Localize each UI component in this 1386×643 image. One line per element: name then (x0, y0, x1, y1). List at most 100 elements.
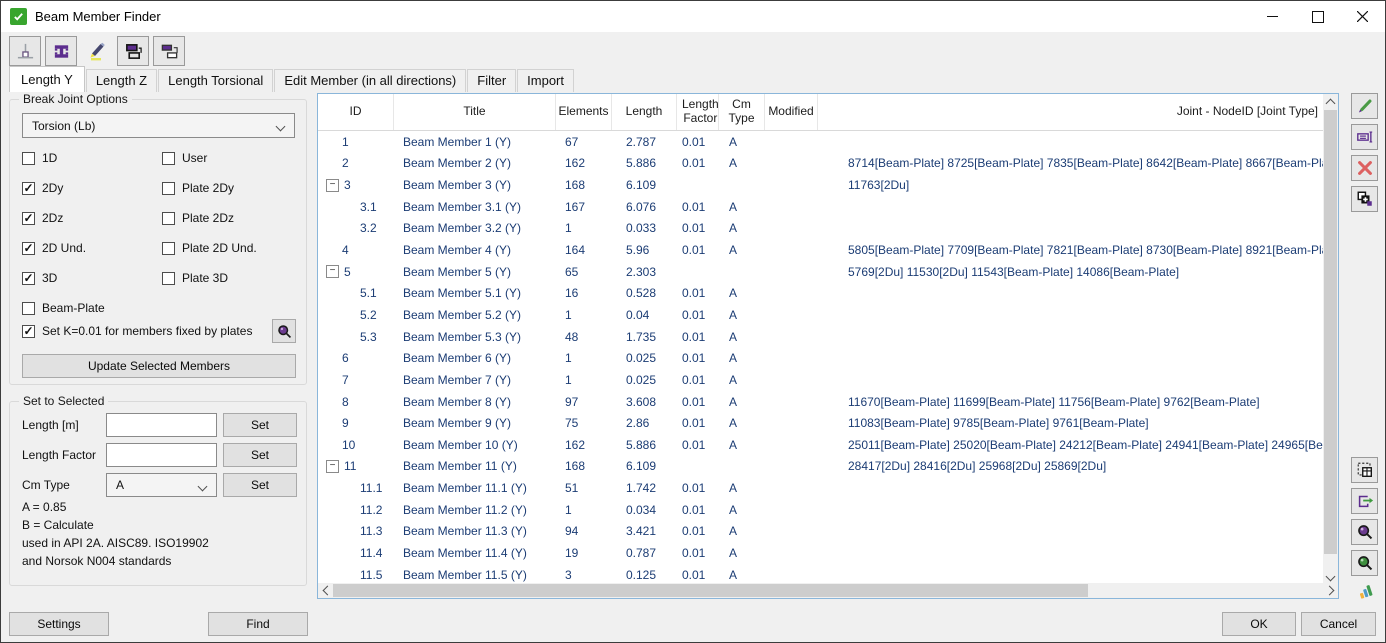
table-row[interactable]: 3.2Beam Member 3.2 (Y)10.0330.01A (318, 218, 1323, 240)
add-member-button[interactable] (1351, 186, 1378, 212)
cell-cm-type: A (719, 196, 765, 218)
checkbox-2dy[interactable]: ✓2Dy (22, 181, 162, 195)
cell-id: 5.2 (318, 304, 394, 326)
checkbox-plate-2dz[interactable]: Plate 2Dz (162, 211, 292, 225)
beam-member-tool-button[interactable] (45, 36, 77, 66)
table-row[interactable]: 8Beam Member 8 (Y)973.6080.01A11670[Beam… (318, 391, 1323, 413)
table-row[interactable]: 5.1Beam Member 5.1 (Y)160.5280.01A (318, 282, 1323, 304)
vertical-scroll-thumb[interactable] (1324, 110, 1337, 554)
tab-strip: Length YLength ZLength TorsionalEdit Mem… (9, 68, 575, 92)
edit-member-button[interactable] (1351, 93, 1378, 119)
column-header-cm-type[interactable]: Cm Type (719, 94, 765, 130)
search-members-button[interactable] (272, 319, 296, 343)
column-header-length-factor[interactable]: Length Factor (677, 94, 719, 130)
table-row[interactable]: 9Beam Member 9 (Y)752.860.01A11083[Beam-… (318, 412, 1323, 434)
checkbox-plate-2dy[interactable]: Plate 2Dy (162, 181, 292, 195)
checkbox-plate-3d[interactable]: Plate 3D (162, 271, 292, 285)
scroll-up-arrow[interactable] (1323, 94, 1338, 109)
maximize-button[interactable] (1295, 1, 1340, 32)
cell-modified (765, 542, 818, 564)
scroll-right-arrow[interactable] (1323, 583, 1338, 598)
cell-elements: 164 (556, 239, 612, 261)
table-row[interactable]: −5Beam Member 5 (Y)652.3035769[2Du] 1153… (318, 261, 1323, 283)
checkbox-plate-2d-und[interactable]: Plate 2D Und. (162, 241, 292, 255)
copy-single-tool-button[interactable] (153, 36, 185, 66)
zoom-to-found-button[interactable] (1351, 550, 1378, 576)
select-table-cells-button[interactable] (1351, 457, 1378, 483)
table-row[interactable]: −3Beam Member 3 (Y)1686.10911763[2Du] (318, 174, 1323, 196)
table-row[interactable]: 2Beam Member 2 (Y)1625.8860.01A8714[Beam… (318, 153, 1323, 175)
settings-button[interactable]: Settings (9, 612, 109, 636)
column-header-elements[interactable]: Elements (556, 94, 612, 130)
rename-member-button[interactable] (1351, 124, 1378, 150)
set-length-factor-button[interactable]: Set (223, 443, 297, 467)
horizontal-scroll-thumb[interactable] (333, 584, 1088, 597)
table-row[interactable]: 11.4Beam Member 11.4 (Y)190.7870.01A (318, 542, 1323, 564)
break-joint-type-select[interactable]: Torsion (Lb) (22, 113, 295, 138)
ok-button[interactable]: OK (1222, 612, 1296, 636)
column-header-id[interactable]: ID (318, 94, 394, 130)
checkbox-beam-plate[interactable]: Beam-Plate (22, 301, 162, 315)
export-table-button[interactable] (1351, 488, 1378, 514)
checkbox-user[interactable]: User (162, 151, 292, 165)
table-row[interactable]: 4Beam Member 4 (Y)1645.960.01A5805[Beam-… (318, 239, 1323, 261)
table-row[interactable]: −11Beam Member 11 (Y)1686.10928417[2Du] … (318, 456, 1323, 478)
show-chart-button[interactable] (1351, 578, 1378, 604)
column-header-title[interactable]: Title (394, 94, 556, 130)
table-row[interactable]: 5.2Beam Member 5.2 (Y)10.040.01A (318, 304, 1323, 326)
checkbox-1d[interactable]: 1D (22, 151, 162, 165)
vertical-scrollbar[interactable] (1323, 94, 1338, 585)
cell-modified (765, 218, 818, 240)
table-row[interactable]: 3.1Beam Member 3.1 (Y)1676.0760.01A (318, 196, 1323, 218)
tab-import[interactable]: Import (517, 69, 574, 92)
table-row[interactable]: 11.5Beam Member 11.5 (Y)30.1250.01A (318, 564, 1323, 583)
close-button[interactable] (1340, 1, 1385, 32)
update-selected-members-button[interactable]: Update Selected Members (22, 354, 296, 378)
checkbox-label: Set K=0.01 for members fixed by plates (42, 324, 252, 338)
collapse-icon[interactable]: − (326, 179, 339, 192)
collapse-icon[interactable]: − (326, 460, 339, 473)
copy-stack-tool-button[interactable] (117, 36, 149, 66)
minimize-button[interactable] (1250, 1, 1295, 32)
table-row[interactable]: 10Beam Member 10 (Y)1625.8860.01A25011[B… (318, 434, 1323, 456)
column-header-length[interactable]: Length (612, 94, 677, 130)
column-header-modified[interactable]: Modified (765, 94, 818, 130)
zoom-to-selected-button[interactable] (1351, 519, 1378, 545)
set-length-m-button[interactable]: Set (223, 413, 297, 437)
table-row[interactable]: 6Beam Member 6 (Y)10.0250.01A (318, 347, 1323, 369)
cell-cm-type: A (719, 369, 765, 391)
tab-edit-member-in-all-directions[interactable]: Edit Member (in all directions) (274, 69, 466, 92)
checkbox-3d[interactable]: ✓3D (22, 271, 162, 285)
checkbox-2dz[interactable]: ✓2Dz (22, 211, 162, 225)
tab-filter[interactable]: Filter (467, 69, 516, 92)
length-m-input[interactable] (106, 413, 217, 437)
set-cm-type-button[interactable]: Set (223, 473, 297, 497)
find-button[interactable]: Find (208, 612, 308, 636)
table-row[interactable]: 11.3Beam Member 11.3 (Y)943.4210.01A (318, 521, 1323, 543)
cm-type-select[interactable]: A (106, 473, 217, 497)
break-joint-tool-button[interactable] (9, 36, 41, 66)
table-row[interactable]: 1Beam Member 1 (Y)672.7870.01A (318, 131, 1323, 153)
table-row[interactable]: 11.1Beam Member 11.1 (Y)511.7420.01A (318, 477, 1323, 499)
collapse-icon[interactable]: − (326, 265, 339, 278)
tab-length-torsional[interactable]: Length Torsional (158, 69, 273, 92)
cell-joint (818, 131, 1323, 153)
checkbox-set-k-fixed-plates[interactable]: ✓ Set K=0.01 for members fixed by plates (22, 324, 252, 338)
delete-member-button[interactable] (1351, 155, 1378, 181)
tab-length-z[interactable]: Length Z (86, 69, 157, 92)
cell-id: 8 (318, 391, 394, 413)
tab-length-y[interactable]: Length Y (9, 66, 85, 92)
table-row[interactable]: 7Beam Member 7 (Y)10.0250.01A (318, 369, 1323, 391)
cm-type-value: A (116, 478, 124, 492)
scroll-left-arrow[interactable] (318, 583, 333, 598)
cancel-button[interactable]: Cancel (1301, 612, 1376, 636)
cell-length-factor: 0.01 (677, 434, 719, 456)
table-row[interactable]: 5.3Beam Member 5.3 (Y)481.7350.01A (318, 326, 1323, 348)
column-header-joint-nodeid-joint-type[interactable]: Joint - NodeID [Joint Type] (818, 94, 1323, 130)
checkbox-2d-und[interactable]: ✓2D Und. (22, 241, 162, 255)
length-factor-input[interactable] (106, 443, 217, 467)
cell-elements: 168 (556, 456, 612, 478)
highlighter-tool-button[interactable] (81, 36, 113, 66)
horizontal-scrollbar[interactable] (318, 583, 1338, 598)
table-row[interactable]: 11.2Beam Member 11.2 (Y)10.0340.01A (318, 499, 1323, 521)
